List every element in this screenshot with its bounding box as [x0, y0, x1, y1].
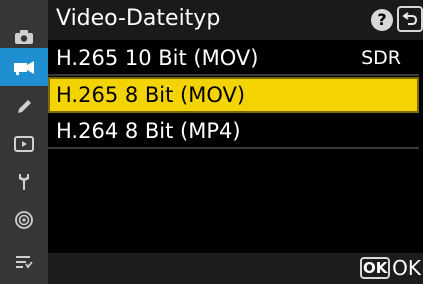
list-item-selected[interactable]: H.265 8 Bit (MOV)	[48, 77, 419, 113]
page-title: Video-Dateityp	[56, 6, 221, 31]
help-button[interactable]: ?	[371, 9, 393, 31]
wrench-icon	[19, 174, 29, 190]
ok-label: OK	[392, 256, 421, 280]
my-menu-icon	[16, 256, 33, 269]
return-arrow-icon	[402, 12, 418, 25]
list-item[interactable]: H.265 10 Bit (MOV) SDR	[48, 40, 419, 76]
sidebar-item-movie-shooting[interactable]	[0, 48, 48, 86]
back-button[interactable]	[397, 6, 423, 32]
camera-menu-screen: Video-Dateityp ? H.265 10 Bit (MOV) SDR …	[0, 0, 423, 284]
option-label: H.265 10 Bit (MOV)	[56, 46, 259, 70]
list-item[interactable]: H.264 8 Bit (MP4)	[48, 113, 419, 149]
menu-sidebar	[0, 0, 48, 284]
sdr-badge: SDR	[361, 47, 401, 69]
movie-camera-icon	[14, 61, 34, 75]
sidebar-item-custom-settings[interactable]	[0, 88, 48, 126]
ok-key-icon: OK	[360, 257, 391, 279]
option-label: H.264 8 Bit (MP4)	[56, 119, 241, 143]
menu-header: Video-Dateityp ?	[48, 0, 423, 40]
camera-icon	[15, 30, 33, 44]
sidebar-item-playback[interactable]	[0, 125, 48, 163]
ok-button[interactable]: OK OK	[360, 257, 421, 279]
network-icon	[15, 211, 33, 229]
playback-icon	[14, 136, 34, 152]
sidebar-item-network[interactable]	[0, 201, 48, 239]
sidebar-item-my-menu[interactable]	[0, 243, 48, 281]
menu-footer: OK OK	[48, 253, 423, 284]
sidebar-item-setup[interactable]	[0, 163, 48, 201]
pencil-icon	[18, 100, 31, 113]
option-label: H.265 8 Bit (MOV)	[56, 83, 246, 107]
